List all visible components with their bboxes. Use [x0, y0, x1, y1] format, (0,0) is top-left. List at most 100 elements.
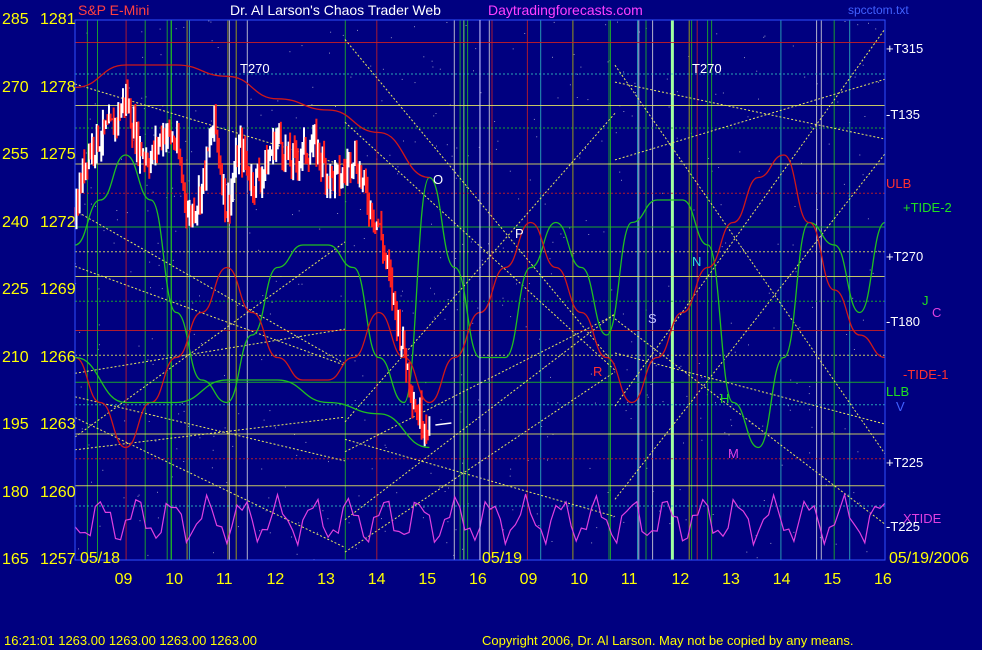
star-dot — [456, 309, 458, 311]
x-tick-label: 10 — [165, 571, 184, 588]
star-dot — [812, 306, 813, 308]
star-dot — [773, 327, 775, 329]
star-dot — [212, 449, 214, 451]
star-dot — [88, 444, 90, 446]
star-dot — [80, 386, 82, 388]
x-tick-label: 15 — [418, 571, 437, 588]
star-dot — [731, 425, 733, 427]
star-dot — [867, 218, 869, 220]
star-dot — [590, 373, 592, 375]
star-dot — [389, 154, 391, 156]
star-dot — [84, 203, 86, 205]
star-dot — [384, 530, 386, 532]
star-dot — [763, 500, 765, 501]
star-dot — [473, 70, 474, 72]
star-dot — [161, 288, 163, 290]
star-dot — [869, 269, 871, 271]
star-dot — [589, 467, 591, 469]
star-dot — [680, 365, 682, 367]
star-dot — [547, 459, 548, 461]
y-tick-right: 1278 — [40, 78, 76, 96]
star-dot — [448, 487, 449, 489]
star-dot — [95, 205, 96, 207]
star-dot — [446, 542, 448, 544]
star-dot — [742, 248, 743, 249]
star-dot — [623, 71, 625, 73]
flux-marker: P — [515, 226, 524, 241]
star-dot — [758, 98, 759, 100]
star-dot — [121, 158, 122, 160]
star-dot — [722, 92, 724, 94]
star-dot — [607, 61, 609, 63]
star-dot — [715, 402, 716, 404]
star-dot — [790, 379, 792, 381]
star-dot — [768, 292, 770, 294]
star-dot — [477, 307, 479, 309]
star-dot — [434, 293, 435, 295]
star-dot — [557, 97, 559, 99]
star-dot — [291, 536, 292, 538]
star-dot — [249, 232, 251, 234]
star-dot — [627, 401, 629, 403]
star-dot — [631, 341, 633, 343]
star-dot — [808, 393, 810, 395]
x-tick-label: 11 — [620, 571, 638, 588]
star-dot — [547, 436, 549, 438]
y-tick-left: 195 — [2, 416, 29, 433]
star-dot — [362, 375, 364, 377]
star-dot — [809, 386, 811, 388]
star-dot — [159, 28, 161, 30]
star-dot — [756, 557, 758, 559]
star-dot — [549, 258, 551, 260]
star-dot — [298, 522, 300, 524]
star-dot — [390, 37, 392, 39]
star-dot — [536, 136, 538, 138]
star-dot — [524, 33, 526, 34]
star-dot — [116, 219, 118, 221]
x-tick-label: 12 — [671, 571, 690, 588]
star-dot — [721, 246, 723, 248]
star-dot — [679, 489, 681, 491]
star-dot — [793, 531, 795, 533]
star-dot — [148, 421, 150, 422]
star-dot — [213, 435, 215, 437]
star-dot — [259, 530, 261, 532]
star-dot — [265, 510, 267, 512]
star-dot — [414, 141, 416, 143]
star-dot — [354, 360, 356, 362]
star-dot — [603, 231, 605, 233]
star-dot — [181, 402, 183, 404]
star-dot — [462, 548, 464, 550]
star-dot — [596, 527, 598, 529]
star-dot — [348, 522, 350, 524]
star-dot — [175, 230, 177, 232]
site-link[interactable]: Daytradingforecasts.com — [488, 3, 643, 17]
star-dot — [80, 214, 82, 216]
star-dot — [268, 497, 270, 499]
star-dot — [720, 204, 722, 206]
star-dot — [147, 554, 149, 556]
star-dot — [430, 472, 432, 474]
star-dot — [529, 179, 531, 181]
star-dot — [835, 543, 837, 545]
y-tick-left: 270 — [2, 78, 29, 96]
star-dot — [152, 363, 154, 365]
star-dot — [439, 68, 441, 70]
star-dot — [444, 318, 446, 320]
star-dot — [619, 171, 621, 173]
star-dot — [502, 247, 504, 249]
star-dot — [277, 100, 279, 102]
star-dot — [862, 319, 864, 321]
flux-marker: T270 — [692, 61, 722, 76]
star-dot — [569, 84, 571, 86]
star-dot — [615, 132, 617, 134]
star-dot — [655, 365, 657, 367]
star-dot — [878, 250, 880, 252]
star-dot — [626, 369, 628, 371]
y-tick-right: 1275 — [40, 146, 76, 163]
star-dot — [560, 233, 562, 235]
star-dot — [862, 174, 864, 176]
star-dot — [342, 34, 344, 36]
star-dot — [301, 283, 303, 285]
flux-label: +TIDE-2 — [903, 200, 952, 215]
